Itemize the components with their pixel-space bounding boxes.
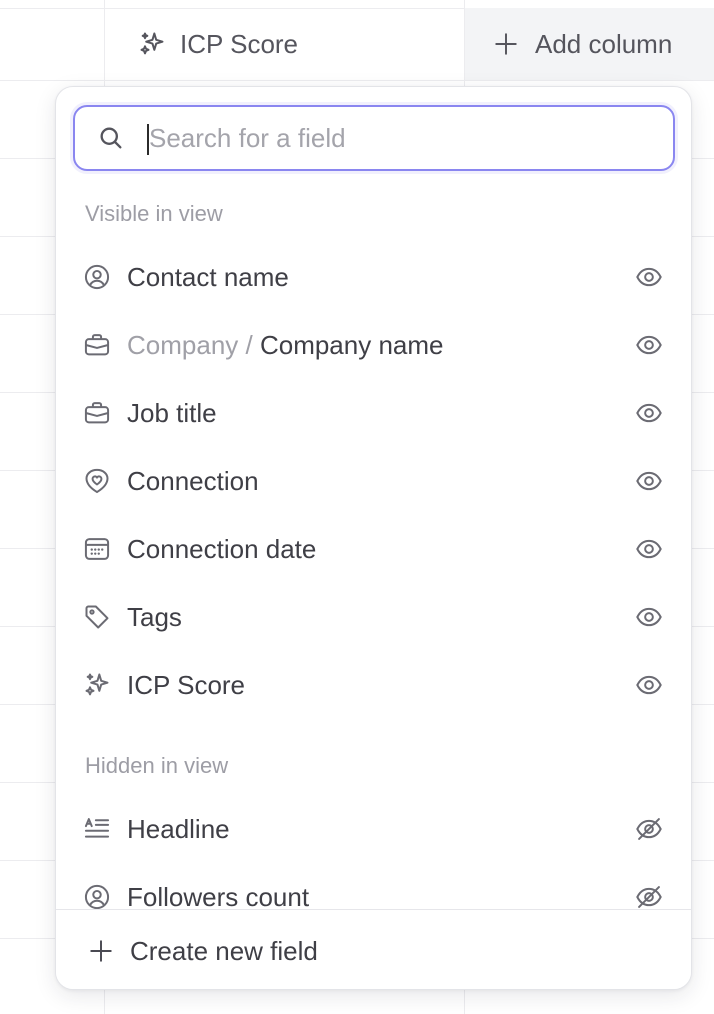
text-align-icon	[82, 814, 112, 844]
eye-icon[interactable]	[634, 602, 664, 632]
visible-section-label: Visible in view	[85, 201, 223, 226]
field-row-connection-date[interactable]: Connection date	[68, 521, 680, 577]
eye-icon[interactable]	[634, 330, 664, 360]
field-label: ICP Score	[127, 669, 246, 700]
add-column-label: Add column	[535, 28, 673, 59]
plus-icon	[493, 31, 519, 57]
field-label: Job title	[127, 397, 217, 428]
field-row-contact-name[interactable]: Contact name	[68, 249, 680, 305]
field-name: Company name	[259, 329, 444, 360]
create-new-field-button[interactable]: Create new field	[56, 909, 691, 989]
field-row-company-name[interactable]: Company / Company name	[68, 317, 680, 373]
field-row-connection[interactable]: Connection	[68, 453, 680, 509]
field-row-headline[interactable]: Headline	[68, 801, 680, 857]
field-picker-dropdown: Visible in view Contact name Co	[55, 86, 692, 990]
search-field-box[interactable]	[73, 105, 675, 171]
heart-shield-icon	[82, 466, 112, 496]
eye-icon[interactable]	[634, 398, 664, 428]
field-label: Contact name	[127, 261, 289, 292]
field-label: Company / Company name	[127, 330, 444, 361]
eye-off-icon[interactable]	[634, 814, 664, 844]
grid-line	[0, 80, 714, 81]
text-cursor	[147, 124, 149, 155]
search-input[interactable]	[147, 121, 631, 155]
tag-icon	[82, 602, 112, 632]
field-row-tags[interactable]: Tags	[68, 589, 680, 645]
user-circle-icon	[82, 882, 112, 912]
sparkles-icon	[138, 30, 166, 58]
field-row-job-title[interactable]: Job title	[68, 385, 680, 441]
field-label: Connection date	[127, 533, 317, 564]
column-header-label: ICP Score	[180, 28, 299, 59]
field-row-icp-score[interactable]: ICP Score	[68, 657, 680, 713]
field-group-prefix: Company /	[127, 329, 260, 360]
search-icon	[97, 124, 125, 152]
hidden-section-label: Hidden in view	[85, 753, 229, 778]
briefcase-icon	[82, 398, 112, 428]
briefcase-icon	[82, 330, 112, 360]
eye-icon[interactable]	[634, 670, 664, 700]
field-label: Connection	[127, 465, 259, 496]
add-column-button[interactable]: Add column	[465, 8, 714, 80]
eye-icon[interactable]	[634, 466, 664, 496]
create-new-field-label: Create new field	[130, 935, 318, 966]
eye-icon[interactable]	[634, 534, 664, 564]
eye-off-icon[interactable]	[634, 882, 664, 912]
plus-icon	[88, 938, 114, 964]
field-label: Headline	[127, 813, 230, 844]
calendar-icon	[82, 534, 112, 564]
field-label: Followers count	[127, 881, 310, 912]
field-label: Tags	[127, 601, 182, 632]
column-header-icp-score[interactable]: ICP Score	[138, 8, 298, 80]
user-circle-icon	[82, 262, 112, 292]
eye-icon[interactable]	[634, 262, 664, 292]
sparkles-icon	[82, 670, 112, 700]
